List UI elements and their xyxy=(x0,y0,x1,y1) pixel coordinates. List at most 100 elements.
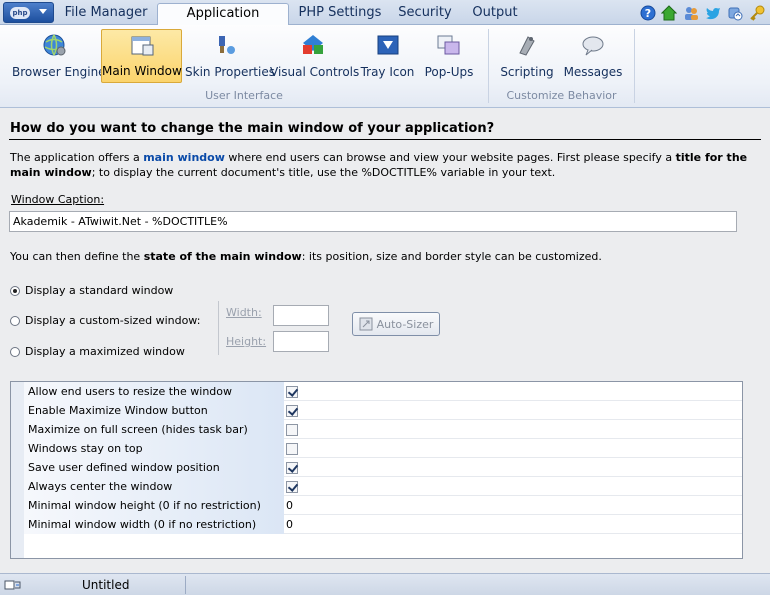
state-description: You can then define the state of the mai… xyxy=(10,250,602,263)
ribbon-browser-engine-button[interactable]: Browser Engine xyxy=(12,29,106,83)
table-row: Minimal window width (0 if no restrictio… xyxy=(11,515,742,534)
key-icon[interactable] xyxy=(749,5,765,21)
ribbon-button-label: Tray Icon xyxy=(360,65,415,79)
intro-text: The application offers a main window whe… xyxy=(10,150,760,180)
property-value[interactable]: 0 xyxy=(286,496,293,515)
radio-maximized-window[interactable]: Display a maximized window xyxy=(10,345,185,358)
auto-sizer-icon xyxy=(359,317,373,331)
ribbon-main-window-button[interactable]: Main Window xyxy=(101,29,182,83)
ribbon-scripting-button[interactable]: Scripting xyxy=(497,29,557,83)
window-caption-label: Window Caption: xyxy=(11,193,105,206)
radio-label: Display a custom-sized window: xyxy=(25,314,201,327)
width-input[interactable] xyxy=(273,305,329,326)
height-label: Height: xyxy=(226,335,267,348)
home-icon[interactable] xyxy=(661,5,677,21)
ribbon: Browser Engine Main Window Skin Properti… xyxy=(0,25,770,108)
users-icon[interactable] xyxy=(683,5,699,21)
ribbon-button-label: Messages xyxy=(563,65,623,79)
property-name: Minimal window width (0 if no restrictio… xyxy=(24,515,284,534)
state-bold: state of the main window xyxy=(143,250,302,263)
ribbon-group-user-interface: User Interface xyxy=(205,89,283,102)
radio-label: Display a standard window xyxy=(25,284,174,297)
intro-part: ; to display the current document's titl… xyxy=(91,166,556,179)
ribbon-group-separator xyxy=(634,29,635,103)
table-row: Always center the window xyxy=(11,477,742,496)
table-row: Enable Maximize Window button xyxy=(11,401,742,420)
property-checkbox[interactable] xyxy=(286,405,298,417)
property-name: Windows stay on top xyxy=(24,439,284,458)
property-value[interactable]: 0 xyxy=(286,515,293,534)
window-icon xyxy=(131,36,153,56)
property-name: Maximize on full screen (hides task bar) xyxy=(24,420,284,439)
row-gutter xyxy=(11,420,24,439)
property-checkbox[interactable] xyxy=(286,443,298,455)
table-row: Maximize on full screen (hides task bar) xyxy=(11,420,742,439)
status-divider xyxy=(185,576,186,594)
ribbon-button-label: Pop-Ups xyxy=(424,65,474,79)
property-name: Always center the window xyxy=(24,477,284,496)
row-gutter xyxy=(11,496,24,515)
intro-highlight: main window xyxy=(143,151,225,164)
state-part: : its position, size and border style ca… xyxy=(301,250,602,263)
property-checkbox[interactable] xyxy=(286,386,298,398)
radio-button[interactable] xyxy=(10,315,20,326)
update-icon[interactable] xyxy=(727,5,743,21)
twitter-icon[interactable] xyxy=(705,5,721,21)
chevron-down-icon xyxy=(39,9,47,14)
row-gutter xyxy=(11,477,24,496)
intro-part: where end users can browse and view your… xyxy=(224,151,676,164)
height-input[interactable] xyxy=(273,331,329,352)
radio-standard-window[interactable]: Display a standard window xyxy=(10,284,173,297)
window-caption-input[interactable] xyxy=(9,211,737,232)
property-name: Enable Maximize Window button xyxy=(24,401,284,420)
php-logo-icon: php xyxy=(10,7,30,19)
row-gutter xyxy=(11,401,24,420)
table-row: Allow end users to resize the window xyxy=(11,382,742,401)
property-grid: Allow end users to resize the window Ena… xyxy=(10,381,743,559)
radio-button[interactable] xyxy=(10,346,20,357)
auto-sizer-label: Auto-Sizer xyxy=(376,317,434,331)
custom-size-group: Width: Height: xyxy=(218,301,335,355)
state-part: You can then define the xyxy=(10,250,144,263)
property-checkbox[interactable] xyxy=(286,481,298,493)
scripting-icon xyxy=(519,36,535,56)
tab-security[interactable]: Security xyxy=(392,3,458,25)
page-title: How do you want to change the main windo… xyxy=(10,121,495,136)
property-checkbox[interactable] xyxy=(286,462,298,474)
tab-application-settings[interactable]: Application Settings xyxy=(157,3,289,40)
property-name: Minimal window height (0 if no restricti… xyxy=(24,496,284,515)
app-menu-button[interactable]: php xyxy=(3,2,54,23)
ribbon-skin-properties-button[interactable]: Skin Properties xyxy=(185,29,275,83)
shapes-icon xyxy=(302,35,323,54)
tab-php-settings[interactable]: PHP Settings xyxy=(292,3,388,25)
table-row: Minimal window height (0 if no restricti… xyxy=(11,496,742,515)
row-gutter xyxy=(11,515,24,534)
row-gutter xyxy=(11,439,24,458)
ribbon-messages-button[interactable]: Messages xyxy=(562,29,624,83)
ribbon-tray-icon-button[interactable]: Tray Icon xyxy=(358,29,417,83)
messages-icon xyxy=(582,36,604,56)
ribbon-visual-controls-button[interactable]: Visual Controls xyxy=(270,29,360,83)
tab-file-manager[interactable]: File Manager xyxy=(57,3,155,25)
globe-gear-icon xyxy=(43,34,66,56)
ribbon-button-label: Visual Controls xyxy=(270,65,360,79)
ribbon-pop-ups-button[interactable]: Pop-Ups xyxy=(420,29,478,83)
table-row: Windows stay on top xyxy=(11,439,742,458)
radio-button[interactable] xyxy=(10,285,20,296)
tab-output[interactable]: Output xyxy=(462,3,528,25)
radio-label: Display a maximized window xyxy=(25,345,185,358)
row-gutter xyxy=(11,458,24,477)
radio-custom-sized-window[interactable]: Display a custom-sized window: xyxy=(10,314,200,327)
property-checkbox[interactable] xyxy=(286,424,298,436)
auto-sizer-button[interactable]: Auto-Sizer xyxy=(352,312,440,336)
status-bar: Untitled xyxy=(0,573,770,595)
status-filename: Untitled xyxy=(82,578,130,592)
ribbon-button-label: Scripting xyxy=(500,65,554,79)
row-gutter xyxy=(11,534,24,558)
svg-text:?: ? xyxy=(645,7,651,20)
document-status-icon xyxy=(4,580,21,590)
intro-part: The application offers a xyxy=(10,151,144,164)
help-icon[interactable]: ? xyxy=(640,5,656,21)
row-gutter xyxy=(11,382,24,401)
property-name: Allow end users to resize the window xyxy=(24,382,284,401)
